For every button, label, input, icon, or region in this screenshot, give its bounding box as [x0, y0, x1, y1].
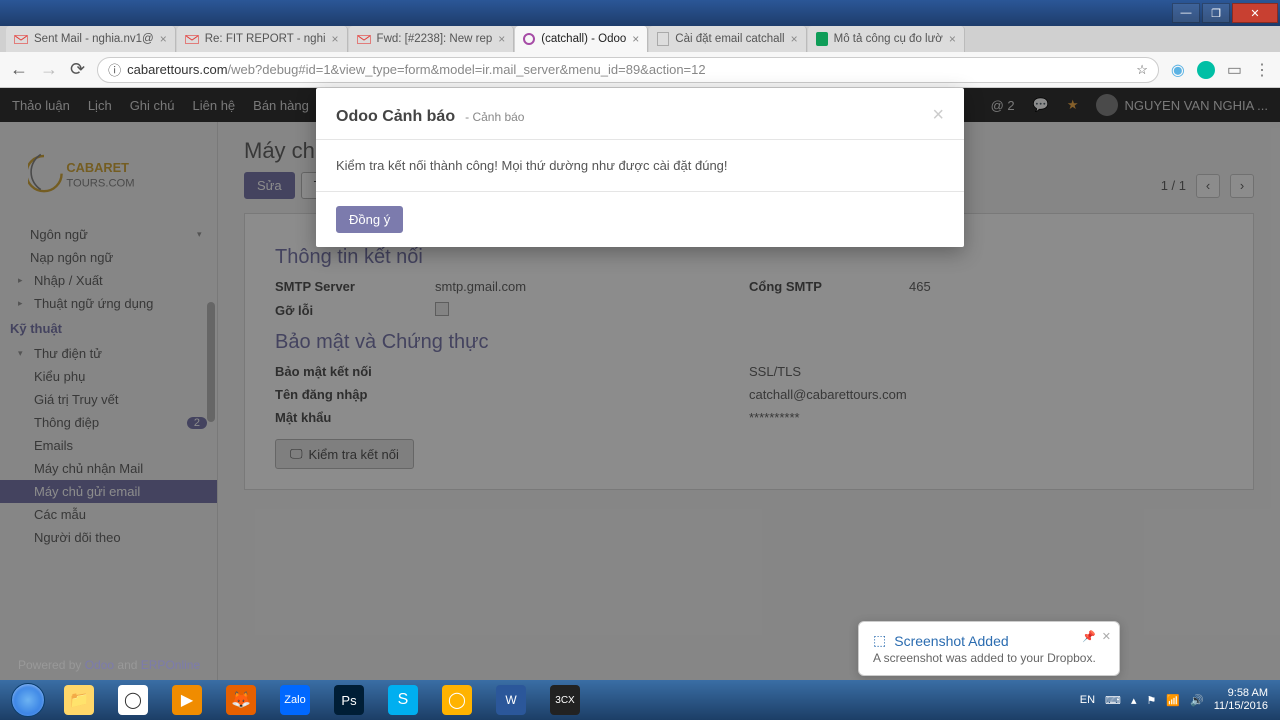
tab-close-icon[interactable]: × — [632, 32, 639, 46]
maximize-button[interactable]: ❐ — [1202, 3, 1230, 23]
reload-button[interactable]: ⟳ — [70, 59, 85, 80]
taskbar-photoshop[interactable]: Ps — [323, 683, 375, 717]
forward-button[interactable]: → — [40, 59, 58, 80]
bookmark-star-icon[interactable]: ☆ — [1136, 62, 1148, 78]
sheets-icon — [816, 32, 828, 46]
taskbar-word[interactable]: W — [485, 683, 537, 717]
tray-keyboard-icon[interactable]: ⌨ — [1105, 694, 1121, 707]
dropbox-toast: 📌 ✕ ⬚ Screenshot Added A screenshot was … — [858, 621, 1120, 676]
tab-title: Sent Mail - nghia.nv1@ — [34, 33, 154, 45]
warning-modal: Odoo Cảnh báo - Cảnh báo × Kiểm tra kết … — [316, 88, 964, 247]
system-tray: EN ⌨ ▴ ⚑ 📶 🔊 9:58 AM 11/15/2016 — [1080, 687, 1276, 713]
chrome-menu-icon[interactable]: ⋮ — [1254, 60, 1270, 80]
extension-icon[interactable] — [1197, 61, 1215, 79]
modal-subtitle: - Cảnh báo — [465, 110, 524, 124]
taskbar: 📁 ◯ ▶ 🦊 Zalo Ps S ◯ W 3CX EN ⌨ ▴ ⚑ 📶 🔊 9… — [0, 680, 1280, 720]
modal-overlay[interactable]: Odoo Cảnh báo - Cảnh báo × Kiểm tra kết … — [0, 88, 1280, 680]
odoo-icon — [523, 33, 535, 45]
tab-sheets[interactable]: Mô tả công cụ đo lườ × — [808, 26, 965, 52]
taskbar-firefox[interactable]: 🦊 — [215, 683, 267, 717]
address-bar: ← → ⟳ ⓘ cabarettours.com/web?debug#id=1&… — [0, 52, 1280, 88]
extension-icon[interactable]: ◉ — [1171, 60, 1185, 80]
and-label: and — [114, 658, 141, 672]
dropbox-icon: ⬚ — [873, 632, 886, 649]
taskbar-chrome[interactable]: ◯ — [107, 683, 159, 717]
tab-title: Fwd: [#2238]: New rep — [377, 33, 493, 45]
taskbar-app[interactable]: ◯ — [431, 683, 483, 717]
taskbar-3cx[interactable]: 3CX — [539, 683, 591, 717]
tray-clock[interactable]: 9:58 AM 11/15/2016 — [1214, 687, 1268, 713]
gmail-icon — [185, 34, 199, 45]
tab-title: Cài đặt email catchall — [675, 33, 784, 45]
gmail-icon — [14, 34, 28, 45]
taskbar-media[interactable]: ▶ — [161, 683, 213, 717]
browser-tabs: Sent Mail - nghia.nv1@ × Re: FIT REPORT … — [0, 26, 1280, 52]
gmail-icon — [357, 34, 371, 45]
powered-label: Powered by — [18, 658, 85, 672]
tab-gmail-sent[interactable]: Sent Mail - nghia.nv1@ × — [6, 26, 176, 52]
taskbar-explorer[interactable]: 📁 — [53, 683, 105, 717]
tray-network-icon[interactable]: 📶 — [1166, 694, 1180, 707]
tab-title: (catchall) - Odoo — [541, 33, 626, 45]
powered-by: Powered by Odoo and ERPOnline — [8, 652, 210, 678]
tray-flag-icon[interactable]: ⚑ — [1146, 694, 1156, 707]
url-path: /web?debug#id=1&view_type=form&model=ir.… — [228, 62, 706, 77]
toast-pin-icon[interactable]: 📌 — [1082, 630, 1096, 643]
tab-close-icon[interactable]: × — [791, 32, 798, 46]
modal-body: Kiểm tra kết nối thành công! Mọi thứ dườ… — [316, 140, 964, 192]
odoo-link[interactable]: Odoo — [85, 658, 114, 672]
tab-odoo[interactable]: (catchall) - Odoo × — [515, 26, 648, 52]
tab-catchall-doc[interactable]: Cài đặt email catchall × — [649, 26, 806, 52]
url-host: cabarettours.com — [127, 62, 227, 77]
window-controls: — ❐ ✕ — [0, 0, 1280, 26]
toast-close-icon[interactable]: ✕ — [1102, 630, 1111, 643]
tray-time: 9:58 AM — [1214, 687, 1268, 700]
tab-gmail-fwd[interactable]: Fwd: [#2238]: New rep × — [349, 26, 515, 52]
modal-title: Odoo Cảnh báo — [336, 108, 455, 126]
toast-title: Screenshot Added — [894, 633, 1008, 649]
taskbar-skype[interactable]: S — [377, 683, 429, 717]
site-info-icon[interactable]: ⓘ — [108, 60, 121, 79]
tab-title: Mô tả công cụ đo lườ — [834, 33, 943, 45]
page-icon — [657, 32, 669, 46]
extension-icon[interactable]: ▭ — [1227, 60, 1242, 80]
modal-ok-button[interactable]: Đồng ý — [336, 206, 403, 233]
tray-date: 11/15/2016 — [1214, 700, 1268, 713]
taskbar-zalo[interactable]: Zalo — [269, 683, 321, 717]
tab-close-icon[interactable]: × — [498, 32, 505, 46]
tab-close-icon[interactable]: × — [949, 32, 956, 46]
tray-volume-icon[interactable]: 🔊 — [1190, 694, 1204, 707]
back-button[interactable]: ← — [10, 59, 28, 80]
tab-gmail-fit[interactable]: Re: FIT REPORT - nghi × — [177, 26, 348, 52]
tab-close-icon[interactable]: × — [160, 32, 167, 46]
modal-close-icon[interactable]: × — [932, 104, 944, 127]
tab-title: Re: FIT REPORT - nghi — [205, 33, 326, 45]
tray-show-hidden-icon[interactable]: ▴ — [1131, 694, 1137, 707]
minimize-button[interactable]: — — [1172, 3, 1200, 23]
start-button[interactable] — [5, 683, 51, 717]
url-input[interactable]: ⓘ cabarettours.com/web?debug#id=1&view_t… — [97, 57, 1159, 83]
tray-lang[interactable]: EN — [1080, 694, 1095, 706]
erponline-link[interactable]: ERPOnline — [141, 658, 200, 672]
tab-close-icon[interactable]: × — [332, 32, 339, 46]
toast-body: A screenshot was added to your Dropbox. — [873, 651, 1105, 665]
close-button[interactable]: ✕ — [1232, 3, 1278, 23]
